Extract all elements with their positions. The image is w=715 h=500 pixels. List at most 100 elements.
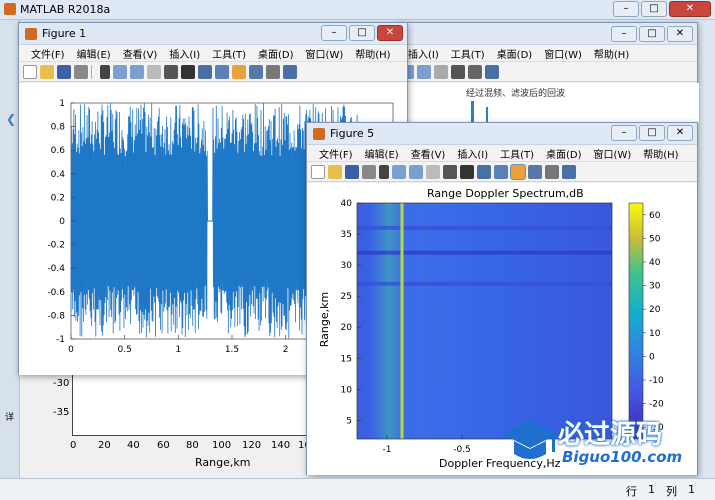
fig5-title: Figure 5: [330, 127, 375, 140]
colorbar: [628, 202, 644, 440]
maximize-button[interactable]: □: [641, 1, 667, 17]
graduation-cap-icon: [502, 420, 558, 459]
link-icon[interactable]: [215, 64, 229, 79]
background-figure-bottom: -30 -35 0 20 40 60 80 100 120 140 160 Ra…: [20, 370, 317, 478]
rotate-icon[interactable]: [451, 64, 465, 79]
save-icon[interactable]: [57, 64, 71, 79]
menu-item-view[interactable]: 查看(V): [405, 146, 452, 161]
fig1-xtick-label: 0.5: [118, 345, 132, 355]
pan-icon[interactable]: [426, 164, 440, 179]
fig1-menubar: 文件(F) 编辑(E) 查看(V) 插入(I) 工具(T) 桌面(D) 窗口(W…: [19, 45, 407, 62]
bg-maximize-button[interactable]: □: [639, 25, 665, 42]
menu-item-insert[interactable]: 插入(I): [451, 146, 494, 161]
panel-tab-icon[interactable]: 详: [5, 410, 14, 423]
zoom-in-icon[interactable]: [392, 164, 406, 179]
menu-item-tools[interactable]: 工具(T): [494, 146, 540, 161]
menu-item-window[interactable]: 窗口(W): [538, 46, 588, 61]
menu-item-insert[interactable]: 插入(I): [163, 46, 206, 61]
bg-signal-spike: [471, 101, 474, 123]
pointer-icon[interactable]: [100, 64, 110, 79]
left-panel: ❮ 详: [0, 20, 20, 478]
fig1-ytick-label: 0: [59, 217, 65, 227]
menu-item-edit[interactable]: 编辑(E): [71, 46, 117, 61]
range-row-band: [357, 250, 612, 255]
print-icon[interactable]: [362, 164, 376, 179]
hide-tools-icon[interactable]: [266, 64, 280, 79]
colorbar-tick-label: 30: [649, 282, 661, 292]
menu-item-window[interactable]: 窗口(W): [300, 46, 350, 61]
open-file-icon[interactable]: [328, 164, 342, 179]
fig5-xtick-label: -1: [383, 445, 392, 455]
zoom-out-icon[interactable]: [130, 64, 144, 79]
bg-close-button[interactable]: ✕: [667, 25, 693, 42]
row-label: 行: [626, 485, 637, 498]
fig1-xtick-label: 2: [283, 345, 289, 355]
close-button[interactable]: ✕: [669, 1, 711, 17]
bg-minimize-button[interactable]: –: [611, 25, 637, 42]
fig5-ytick-label: 20: [341, 323, 353, 333]
pointer-icon[interactable]: [379, 164, 389, 179]
menu-item-window[interactable]: 窗口(W): [588, 146, 638, 161]
print-icon[interactable]: [74, 64, 88, 79]
fig5-ylabel: Range,km: [318, 291, 332, 348]
menu-item-help[interactable]: 帮助(H): [637, 146, 684, 161]
minimize-button[interactable]: –: [613, 1, 639, 17]
new-figure-icon[interactable]: [311, 164, 325, 179]
save-icon[interactable]: [345, 164, 359, 179]
data-cursor-icon[interactable]: [468, 64, 482, 79]
menu-item-desktop[interactable]: 桌面(D): [252, 46, 300, 61]
show-tools-icon[interactable]: [283, 64, 297, 79]
fig1-toolbar: [19, 62, 407, 82]
colorbar-icon[interactable]: [510, 163, 526, 180]
rotate-icon[interactable]: [164, 64, 178, 79]
open-file-icon[interactable]: [40, 64, 54, 79]
new-figure-icon[interactable]: [23, 64, 37, 79]
menu-item-edit[interactable]: 编辑(E): [359, 146, 405, 161]
fig5-chart-title: Range Doppler Spectrum,dB: [427, 187, 584, 200]
menu-item-file[interactable]: 文件(F): [313, 146, 359, 161]
colorbar-icon[interactable]: [232, 64, 246, 79]
main-window-controls: – □ ✕: [613, 1, 711, 17]
menu-item-tools[interactable]: 工具(T): [445, 46, 491, 61]
menu-item-view[interactable]: 查看(V): [117, 46, 164, 61]
fig1-ytick-label: -1: [56, 335, 65, 345]
fig1-minimize-button[interactable]: –: [321, 25, 347, 41]
rotate-icon[interactable]: [443, 164, 457, 179]
fig5-maximize-button[interactable]: □: [639, 125, 665, 141]
brush-icon[interactable]: [485, 64, 499, 79]
bg-xtick: 80: [186, 440, 199, 451]
matlab-logo-icon: [4, 3, 16, 15]
menu-item-file[interactable]: 文件(F): [25, 46, 71, 61]
fig5-close-button[interactable]: ✕: [667, 125, 693, 141]
pan-icon[interactable]: [434, 64, 448, 79]
zoom-in-icon[interactable]: [113, 64, 127, 79]
pan-icon[interactable]: [147, 64, 161, 79]
hide-tools-icon[interactable]: [545, 164, 559, 179]
menu-item-help[interactable]: 帮助(H): [588, 46, 635, 61]
bg-ytick: -30: [53, 378, 70, 389]
legend-icon[interactable]: [528, 164, 542, 179]
matlab-figure-icon: [313, 127, 325, 140]
menu-item-insert[interactable]: 插入(I): [402, 46, 445, 61]
show-tools-icon[interactable]: [562, 164, 576, 179]
fig5-minimize-button[interactable]: –: [611, 125, 637, 141]
fig5-ytick-label: 10: [341, 385, 353, 395]
menu-item-desktop[interactable]: 桌面(D): [491, 46, 539, 61]
fig5-ytick-label: 15: [341, 354, 352, 364]
fig1-maximize-button[interactable]: □: [349, 25, 375, 41]
menu-item-desktop[interactable]: 桌面(D): [540, 146, 588, 161]
arrow-left-icon[interactable]: ❮: [6, 112, 16, 126]
menu-item-tools[interactable]: 工具(T): [206, 46, 252, 61]
brush-icon[interactable]: [477, 164, 491, 179]
menu-item-help[interactable]: 帮助(H): [349, 46, 396, 61]
data-cursor-icon[interactable]: [181, 64, 195, 79]
data-cursor-icon[interactable]: [460, 164, 474, 179]
zoom-out-icon[interactable]: [417, 64, 431, 79]
separator: [91, 64, 97, 79]
brush-icon[interactable]: [198, 64, 212, 79]
fig1-close-button[interactable]: ✕: [377, 25, 403, 41]
link-icon[interactable]: [494, 164, 508, 179]
legend-icon[interactable]: [249, 64, 263, 79]
zoom-out-icon[interactable]: [409, 164, 423, 179]
fig1-ytick-label: -0.6: [47, 288, 65, 298]
